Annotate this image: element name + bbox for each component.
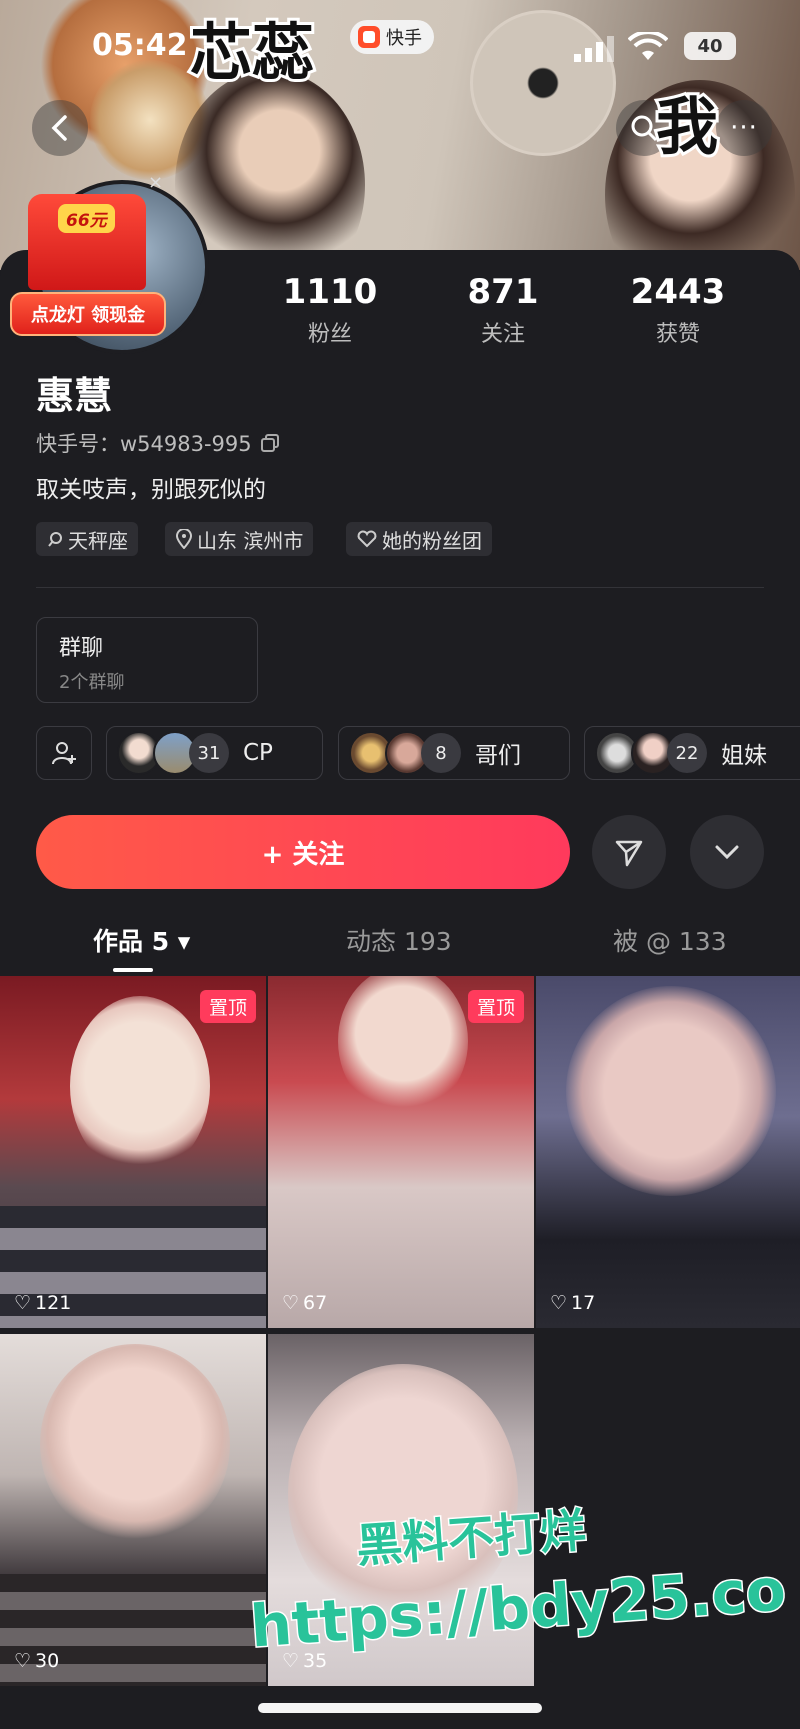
video-likes-count: 121 <box>35 1292 72 1314</box>
user-id-row[interactable]: 快手号：w54983-995 <box>36 428 280 458</box>
tag-zodiac-label: 天秤座 <box>68 528 128 553</box>
video-likes: ♡ 30 <box>14 1650 59 1672</box>
chevron-left-icon <box>51 115 67 141</box>
thumbnail-image <box>566 986 776 1196</box>
relation-label: 哥们 <box>475 743 521 769</box>
promo-label: 点龙灯 领现金 <box>10 292 166 336</box>
signal-icon <box>574 36 616 66</box>
app-badge: 快手 <box>350 20 434 54</box>
heart-icon: ♡ <box>550 1292 568 1314</box>
stat-likes-value: 2443 <box>630 272 726 312</box>
tab-moments[interactable]: 动态 193 <box>346 922 452 958</box>
send-icon <box>615 840 643 867</box>
tab-active-indicator <box>113 968 153 972</box>
copy-icon <box>260 434 279 452</box>
video-likes: ♡ 67 <box>282 1292 327 1314</box>
relation-label: CP <box>243 740 273 766</box>
battery-indicator: 40 <box>684 32 736 60</box>
zodiac-icon <box>48 532 62 547</box>
user-id: 快手号：w54983-995 <box>36 432 252 456</box>
heart-icon: ♡ <box>14 1650 32 1672</box>
stat-following[interactable]: 871 关注 <box>433 272 573 348</box>
tag-location[interactable]: 山东 滨州市 <box>165 522 314 556</box>
divider <box>36 587 764 588</box>
relation-chip-cp[interactable]: 31 CP <box>106 726 323 780</box>
heart-badge-icon <box>357 530 377 548</box>
cover-overlay-text-right: 我 <box>653 90 721 163</box>
video-thumbnail[interactable]: ♡ 17 <box>536 976 800 1328</box>
relation-chip-buddies[interactable]: 8 哥们 <box>338 726 570 780</box>
tag-zodiac[interactable]: 天秤座 <box>36 522 138 556</box>
relation-count: 8 <box>421 733 461 773</box>
status-time: 05:42 <box>92 28 188 63</box>
relation-count: 22 <box>667 733 707 773</box>
more-dots-icon: ··· <box>730 113 758 143</box>
relation-chip-sisters[interactable]: 22 姐妹 <box>584 726 800 780</box>
wifi-icon <box>627 30 669 66</box>
tag-location-label: 山东 滨州市 <box>197 528 304 553</box>
relation-count: 31 <box>189 733 229 773</box>
pinned-badge: 置顶 <box>467 990 524 1023</box>
video-thumbnail[interactable]: ♡ 30 <box>0 1334 266 1686</box>
more-button[interactable]: ··· <box>716 100 772 156</box>
video-likes: ♡ 121 <box>14 1292 71 1314</box>
add-friend-button[interactable] <box>36 726 92 780</box>
kuaishou-logo-icon <box>358 26 380 48</box>
stat-following-value: 871 <box>467 272 539 312</box>
pinned-badge: 置顶 <box>199 990 256 1023</box>
tag-fan-club-label: 她的粉丝团 <box>382 528 482 553</box>
username: 惠慧 <box>36 374 113 418</box>
stat-likes[interactable]: 2443 获赞 <box>608 272 748 348</box>
video-thumbnail[interactable]: 置顶 ♡ 67 <box>268 976 534 1328</box>
stat-fans-value: 1110 <box>282 272 378 312</box>
tag-fan-club[interactable]: 她的粉丝团 <box>346 522 492 556</box>
follow-button[interactable]: + 关注 <box>36 815 570 889</box>
expand-button[interactable] <box>690 815 764 889</box>
relation-label: 姐妹 <box>721 743 767 769</box>
add-user-icon <box>52 742 76 765</box>
promo-amount: 66元 <box>58 204 115 233</box>
group-chat-card[interactable]: 群聊 2个群聊 <box>36 617 258 703</box>
heart-icon: ♡ <box>14 1292 32 1314</box>
thumbnail-image <box>40 1344 230 1544</box>
search-icon <box>631 115 658 142</box>
thumbnail-image <box>70 996 210 1176</box>
cover-overlay-text-left: 芯蕊 <box>187 16 317 89</box>
stat-fans[interactable]: 1110 粉丝 <box>260 272 400 348</box>
home-indicator[interactable] <box>258 1703 542 1713</box>
tab-works[interactable]: 作品 5 ▾ <box>93 922 190 958</box>
video-likes: ♡ 17 <box>550 1292 595 1314</box>
back-button[interactable] <box>32 100 88 156</box>
stat-following-label: 关注 <box>480 322 525 347</box>
stat-likes-label: 获赞 <box>655 322 700 347</box>
video-thumbnail[interactable]: 置顶 ♡ 121 <box>0 976 266 1328</box>
heart-icon: ♡ <box>282 1292 300 1314</box>
bio: 取关吱声，别跟死似的 <box>36 477 266 503</box>
video-likes-count: 17 <box>571 1292 596 1314</box>
tab-mentions[interactable]: 被 @ 133 <box>613 922 727 958</box>
group-chat-title: 群聊 <box>59 636 104 661</box>
video-likes-count: 30 <box>35 1650 60 1672</box>
app-badge-label: 快手 <box>386 28 422 49</box>
promo-lantern-badge[interactable]: 66元 点龙灯 领现金 <box>8 186 166 336</box>
video-likes-count: 67 <box>303 1292 328 1314</box>
stat-fans-label: 粉丝 <box>307 322 352 347</box>
location-pin-icon <box>175 529 193 549</box>
chevron-down-icon <box>715 845 739 860</box>
thumbnail-image <box>338 976 468 1116</box>
group-chat-subtitle: 2个群聊 <box>59 672 125 693</box>
promo-close-icon[interactable]: × <box>148 172 163 193</box>
message-button[interactable] <box>592 815 666 889</box>
